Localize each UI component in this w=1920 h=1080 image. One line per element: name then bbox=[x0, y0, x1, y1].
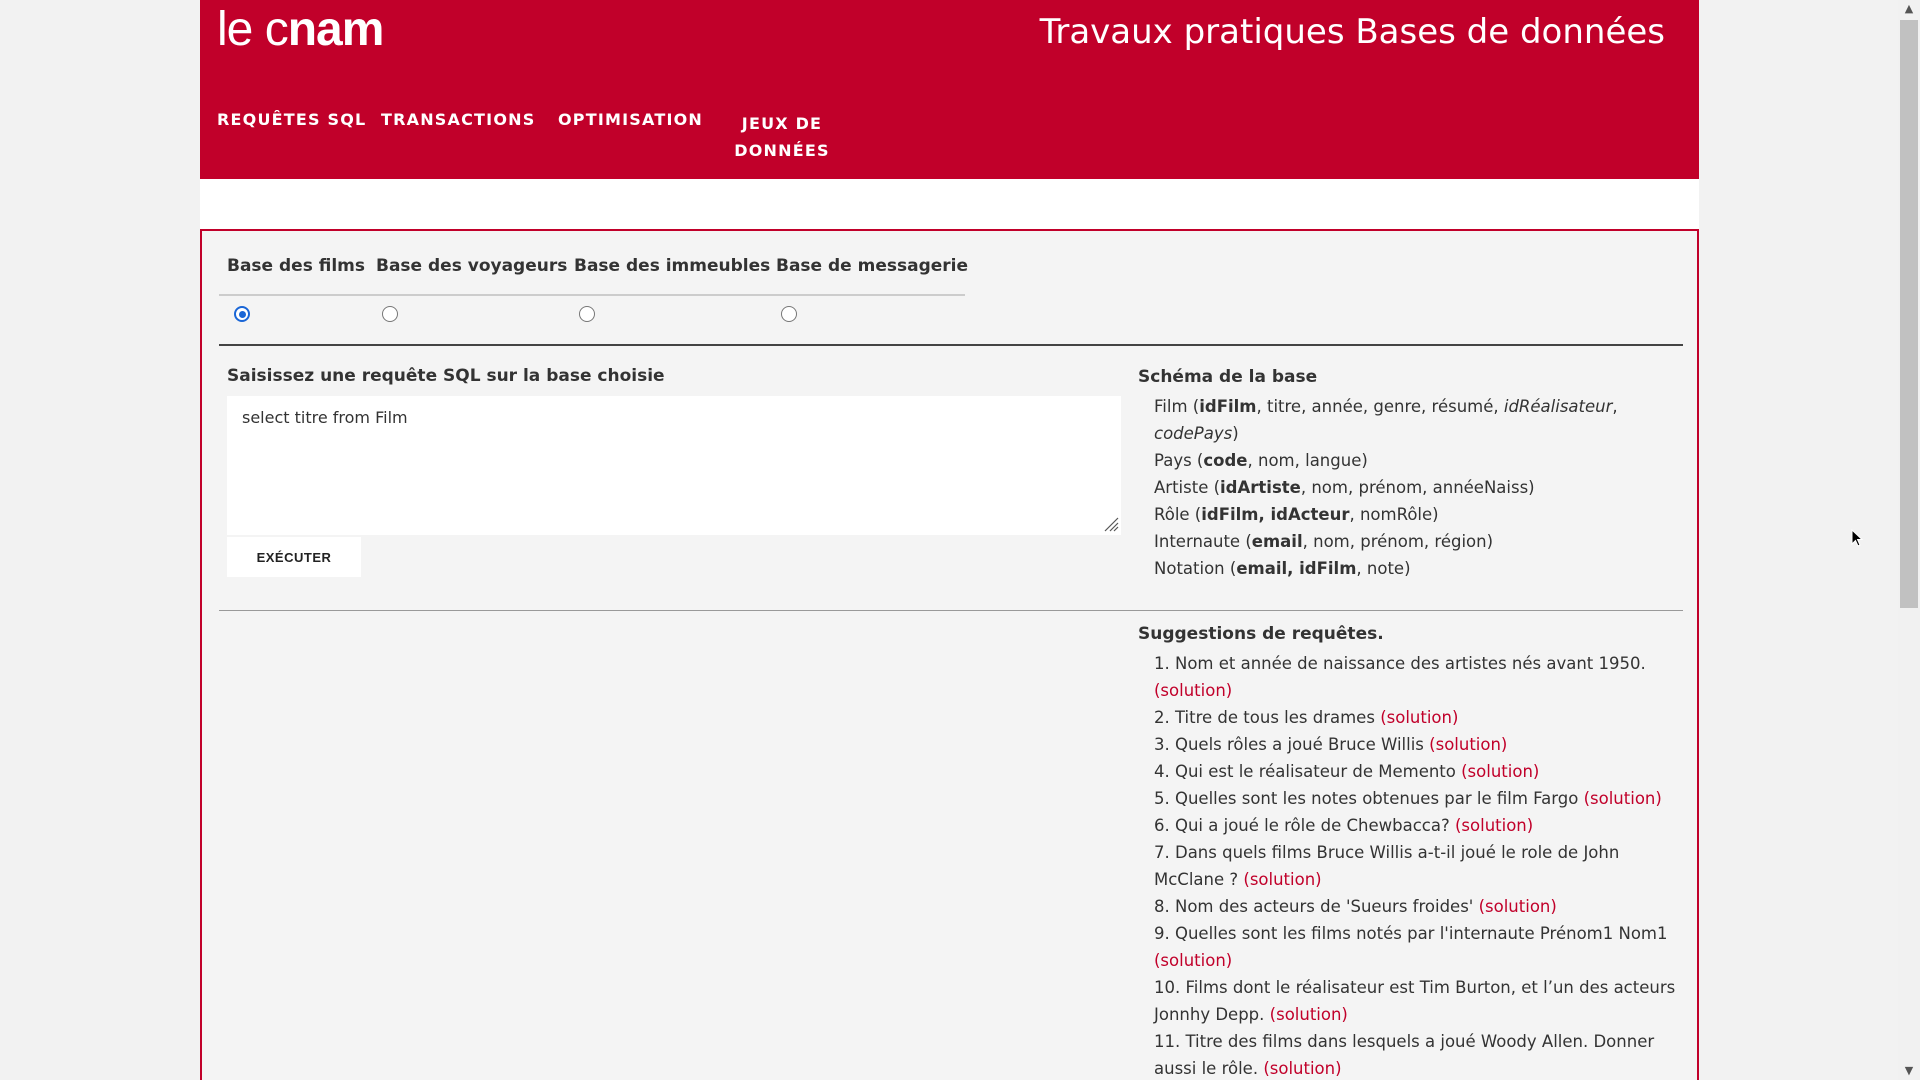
nav-item-transactions[interactable]: Transactions bbox=[381, 110, 535, 129]
radio-films[interactable] bbox=[234, 306, 250, 322]
suggestions-list: 1. Nom et année de naissance des artiste… bbox=[1154, 650, 1684, 1080]
list-item: 3. Quels rôles a joué Bruce Willis (solu… bbox=[1154, 735, 1508, 754]
solution-link[interactable]: (solution) bbox=[1270, 1005, 1348, 1024]
db-tab-immeubles[interactable]: Base des immeubles bbox=[574, 256, 770, 276]
sql-query-input[interactable]: select titre from Film bbox=[227, 396, 1121, 535]
nav-item-optimisation[interactable]: Optimisation bbox=[558, 110, 703, 129]
solution-link[interactable]: (solution) bbox=[1429, 735, 1507, 754]
query-label: Saisissez une requête SQL sur la base ch… bbox=[227, 366, 665, 386]
list-item: 4. Qui est le réalisateur de Memento (so… bbox=[1154, 762, 1540, 781]
solution-link[interactable]: (solution) bbox=[1479, 897, 1557, 916]
resize-handle-icon[interactable] bbox=[1103, 516, 1119, 532]
list-item: 9. Quelles sont les films notés par l'in… bbox=[1154, 924, 1668, 970]
mouse-cursor-icon bbox=[1851, 529, 1863, 547]
page-scrollbar[interactable]: ▲ ▼ bbox=[1898, 0, 1920, 1080]
execute-button[interactable]: EXÉCUTER bbox=[227, 537, 361, 577]
scroll-up-icon[interactable]: ▲ bbox=[1898, 0, 1920, 18]
schema-table-role: Rôle (idFilm, idActeur, nomRôle) bbox=[1154, 505, 1439, 524]
site-header: le cnam Travaux pratiques Bases de donné… bbox=[200, 0, 1699, 179]
solution-link[interactable]: (solution) bbox=[1243, 870, 1321, 889]
solution-link[interactable]: (solution) bbox=[1461, 762, 1539, 781]
db-tab-films[interactable]: Base des films bbox=[227, 256, 365, 276]
header-spacer bbox=[200, 179, 1699, 229]
scrollbar-thumb[interactable] bbox=[1900, 20, 1918, 608]
list-item: 7. Dans quels films Bruce Willis a-t-il … bbox=[1154, 843, 1620, 889]
suggestions-title: Suggestions de requêtes. bbox=[1138, 624, 1384, 644]
schema-title: Schéma de la base bbox=[1138, 367, 1318, 387]
solution-link[interactable]: (solution) bbox=[1584, 789, 1662, 808]
list-item: 2. Titre de tous les drames (solution) bbox=[1154, 708, 1459, 727]
database-selector: Base des films Base des voyageurs Base d… bbox=[219, 256, 968, 296]
radio-messagerie[interactable] bbox=[781, 306, 797, 322]
solution-link[interactable]: (solution) bbox=[1380, 708, 1458, 727]
list-item: 8. Nom des acteurs de 'Sueurs froides' (… bbox=[1154, 897, 1557, 916]
list-item: 11. Titre des films dans lesquels a joué… bbox=[1154, 1032, 1655, 1078]
cnam-logo[interactable]: le cnam bbox=[217, 2, 384, 57]
nav-item-jeux-de-donnees[interactable]: Jeux de données bbox=[727, 110, 837, 164]
divider bbox=[219, 610, 1683, 611]
radio-voyageurs[interactable] bbox=[382, 306, 398, 322]
solution-link[interactable]: (solution) bbox=[1263, 1059, 1341, 1078]
list-item: 6. Qui a joué le rôle de Chewbacca? (sol… bbox=[1154, 816, 1534, 835]
schema-table-artiste: Artiste (idArtiste, nom, prénom, annéeNa… bbox=[1154, 478, 1535, 497]
schema-table-film: Film (idFilm, titre, année, genre, résum… bbox=[1154, 397, 1618, 443]
solution-link[interactable]: (solution) bbox=[1154, 951, 1232, 970]
list-item: 10. Films dont le réalisateur est Tim Bu… bbox=[1154, 978, 1676, 1024]
list-item: 5. Quelles sont les notes obtenues par l… bbox=[1154, 789, 1662, 808]
schema-table-notation: Notation (email, idFilm, note) bbox=[1154, 559, 1411, 578]
nav-item-requetes-sql[interactable]: Requêtes SQL bbox=[217, 110, 366, 129]
db-tab-messagerie[interactable]: Base de messagerie bbox=[776, 256, 968, 276]
radio-immeubles[interactable] bbox=[579, 306, 595, 322]
db-tab-voyageurs[interactable]: Base des voyageurs bbox=[376, 256, 567, 276]
schema-table-pays: Pays (code, nom, langue) bbox=[1154, 451, 1368, 470]
solution-link[interactable]: (solution) bbox=[1154, 681, 1232, 700]
solution-link[interactable]: (solution) bbox=[1455, 816, 1533, 835]
divider bbox=[219, 344, 1683, 346]
scroll-down-icon[interactable]: ▼ bbox=[1898, 1062, 1920, 1080]
schema-list: Film (idFilm, titre, année, genre, résum… bbox=[1154, 393, 1674, 582]
site-title: Travaux pratiques Bases de données bbox=[1039, 12, 1665, 52]
schema-table-internaute: Internaute (email, nom, prénom, région) bbox=[1154, 532, 1494, 551]
sql-panel: Base des films Base des voyageurs Base d… bbox=[200, 229, 1699, 1080]
list-item: 1. Nom et année de naissance des artiste… bbox=[1154, 654, 1646, 700]
